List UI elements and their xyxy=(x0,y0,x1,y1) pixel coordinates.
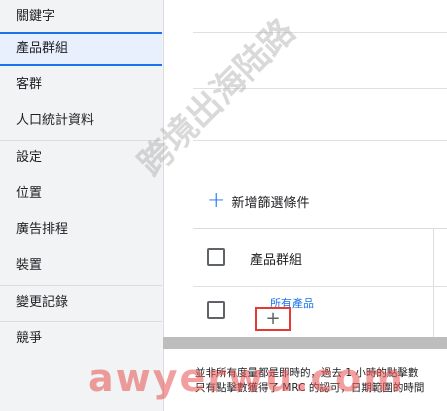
column-header-product-group[interactable]: 產品群組 xyxy=(250,249,302,268)
watermark-url: awyerwu.com xyxy=(88,356,405,400)
add-filter-button[interactable]: + 新增篩選條件 xyxy=(207,188,309,214)
column-separator xyxy=(433,229,434,339)
sidebar-item-product-groups[interactable]: 產品群組 xyxy=(0,32,162,66)
sidebar-item-label: 客群 xyxy=(16,77,43,92)
horizontal-scrollbar[interactable] xyxy=(163,337,447,349)
main-content: + 新增篩選條件 產品群組 所有產品 + 並非所有度量都是即時的，過去 1 小時… xyxy=(163,0,447,411)
table-top-border xyxy=(193,228,447,229)
sidebar-item-demographics[interactable]: 人口統計資料 xyxy=(0,104,162,138)
expand-subdivide-button[interactable]: + xyxy=(255,307,291,331)
sidebar-item-audiences[interactable]: 客群 xyxy=(0,68,162,102)
sidebar-item-label: 位置 xyxy=(16,186,43,201)
select-all-checkbox[interactable] xyxy=(207,248,225,266)
sidebar-item-keywords[interactable]: 關鍵字 xyxy=(0,0,162,34)
sidebar-item-label: 關鍵字 xyxy=(16,9,56,24)
sidebar-item-label: 人口統計資料 xyxy=(16,113,95,128)
add-filter-label: 新增篩選條件 xyxy=(231,195,310,211)
sidebar-item-label: 廣告排程 xyxy=(16,222,69,237)
sidebar-item-label: 設定 xyxy=(16,150,43,165)
row-checkbox[interactable] xyxy=(207,301,225,319)
plus-icon: + xyxy=(207,188,226,213)
sidebar-nav: 關鍵字 產品群組 客群 人口統計資料 設定 位置 廣告排程 裝置 變更記錄 競爭 xyxy=(0,0,164,411)
table-row-separator xyxy=(193,286,447,287)
sidebar-item-devices[interactable]: 裝置 xyxy=(0,249,162,283)
sidebar-item-competition[interactable]: 競爭 xyxy=(0,322,162,356)
sidebar-item-label: 裝置 xyxy=(16,258,43,273)
chart-gridline xyxy=(193,140,447,141)
sidebar-item-locations[interactable]: 位置 xyxy=(0,177,162,211)
sidebar-item-label: 變更記錄 xyxy=(16,295,69,310)
sidebar-item-ad-schedule[interactable]: 廣告排程 xyxy=(0,213,162,247)
sidebar-item-change-history[interactable]: 變更記錄 xyxy=(0,286,162,320)
chart-gridline xyxy=(193,32,447,33)
plus-icon: + xyxy=(265,308,281,329)
sidebar-item-label: 產品群組 xyxy=(16,41,69,56)
sidebar-item-label: 競爭 xyxy=(16,331,43,346)
